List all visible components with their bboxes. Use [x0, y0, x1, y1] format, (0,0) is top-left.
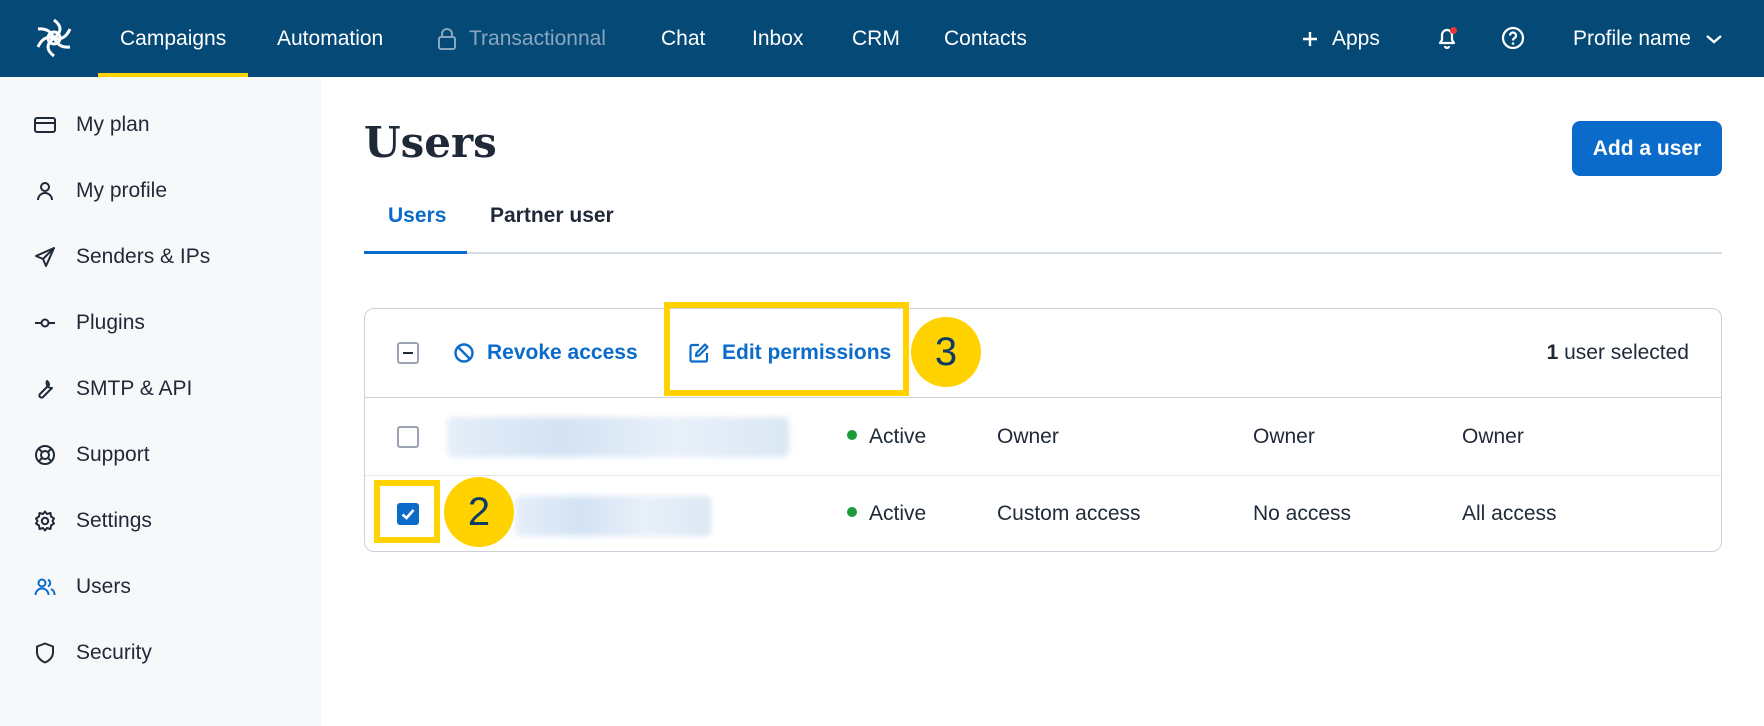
lock-icon: [438, 28, 456, 51]
table-row[interactable]: Active Custom access No access All acces…: [365, 476, 1721, 552]
sidebar-item-label: My plan: [76, 113, 150, 136]
top-navigation: Campaigns Automation Transactionnal Chat…: [0, 0, 1764, 77]
sidebar-item-settings[interactable]: Settings: [32, 501, 152, 541]
bulk-action-toolbar: Revoke access Edit permissions 1 user se…: [365, 309, 1721, 398]
nav-transactional[interactable]: Transactionnal: [437, 0, 606, 77]
nav-chat[interactable]: Chat: [661, 0, 705, 77]
sidebar-item-support[interactable]: Support: [32, 435, 150, 475]
user-email-redacted: [447, 417, 789, 457]
sidebar-item-label: Security: [76, 641, 152, 664]
active-tab-indicator: [364, 251, 467, 254]
status-cell: Active: [847, 476, 926, 552]
profile-menu[interactable]: Profile name: [1573, 0, 1723, 77]
sidebar-item-senders-ips[interactable]: Senders & IPs: [32, 237, 210, 277]
tab-partner-user[interactable]: Partner user: [490, 204, 614, 228]
sidebar-item-label: My profile: [76, 179, 168, 202]
status-dot-icon: [847, 430, 857, 441]
permission-cell: No access: [1253, 502, 1352, 525]
sidebar-item-label: Settings: [76, 509, 152, 532]
sidebar-item-label: Plugins: [76, 311, 145, 334]
credit-card-icon: [32, 112, 58, 138]
selection-count: 1 user selected: [1547, 309, 1689, 397]
users-table: Revoke access Edit permissions 1 user se…: [364, 308, 1722, 552]
sidebar-item-label: Users: [76, 575, 131, 598]
sidebar-item-plugins[interactable]: Plugins: [32, 303, 145, 343]
sidebar-item-my-plan[interactable]: My plan: [32, 105, 150, 145]
paper-plane-icon: [32, 244, 58, 270]
page-title: Users: [364, 118, 497, 167]
nav-automation[interactable]: Automation: [277, 0, 383, 77]
nav-campaigns[interactable]: Campaigns: [98, 0, 249, 77]
sidebar-item-label: Support: [76, 443, 150, 466]
revoke-access-button[interactable]: Revoke access: [453, 309, 638, 397]
nav-chat-label: Chat: [661, 27, 706, 50]
apps-label: Apps: [1332, 26, 1380, 50]
nav-campaigns-label: Campaigns: [120, 27, 227, 50]
sidebar-item-my-profile[interactable]: My profile: [32, 171, 167, 211]
nav-inbox-label: Inbox: [752, 27, 804, 50]
sidebar-item-label: SMTP & API: [76, 377, 193, 400]
users-icon: [32, 574, 58, 600]
selection-count-suffix: user selected: [1558, 341, 1689, 364]
block-icon: [454, 343, 474, 363]
permission-cell: All access: [1462, 502, 1557, 525]
selection-count-number: 1: [1546, 341, 1559, 364]
sidebar-item-smtp-api[interactable]: SMTP & API: [32, 369, 192, 409]
status-cell: Active: [847, 399, 926, 475]
sidebar-item-users[interactable]: Users: [32, 567, 131, 607]
lifebuoy-icon: [32, 442, 58, 468]
profile-name-label: Profile name: [1573, 26, 1691, 50]
table-row[interactable]: Active Owner Owner Owner: [365, 399, 1721, 476]
wrench-icon: [32, 376, 58, 402]
nav-crm-label: CRM: [852, 27, 900, 50]
nav-transactional-label: Transactionnal: [469, 27, 606, 50]
gear-icon: [32, 508, 58, 534]
step-3-badge: 3: [911, 317, 981, 387]
select-all-checkbox[interactable]: [397, 342, 419, 364]
nav-crm[interactable]: CRM: [852, 0, 900, 77]
help-icon[interactable]: [1499, 24, 1527, 52]
user-icon: [32, 178, 58, 204]
shield-icon: [32, 640, 58, 666]
permission-cell: Owner: [1253, 425, 1315, 448]
apps-button[interactable]: Apps: [1300, 0, 1380, 77]
plus-icon: [1303, 31, 1317, 46]
status-dot-icon: [847, 507, 857, 518]
status-label: Active: [869, 425, 927, 448]
checkbox-highlight: [374, 480, 440, 543]
status-label: Active: [869, 502, 927, 525]
bell-icon[interactable]: [1433, 24, 1461, 52]
permission-cell: Owner: [997, 425, 1059, 448]
sidebar-item-security[interactable]: Security: [32, 633, 152, 673]
user-email-redacted: [515, 496, 711, 536]
sidebar-item-label: Senders & IPs: [76, 245, 211, 268]
tab-users[interactable]: Users: [388, 204, 446, 228]
revoke-access-label: Revoke access: [487, 341, 638, 364]
permission-cell: Owner: [1462, 425, 1524, 448]
brevo-logo-icon[interactable]: [32, 16, 76, 60]
plugin-icon: [32, 310, 58, 336]
step-2-badge: 2: [444, 477, 514, 547]
permission-cell: Custom access: [997, 502, 1141, 525]
add-user-button[interactable]: Add a user: [1572, 121, 1722, 176]
nav-contacts[interactable]: Contacts: [944, 0, 1027, 77]
chevron-down-icon: [1706, 34, 1722, 44]
edit-permissions-highlight: [664, 302, 909, 396]
sidebar: My plan My profile Senders & IPs Plugins…: [0, 77, 321, 726]
nav-automation-label: Automation: [277, 27, 384, 50]
tab-bar: Users Partner user: [364, 190, 1722, 254]
row-checkbox[interactable]: [397, 426, 419, 448]
nav-contacts-label: Contacts: [944, 27, 1027, 50]
minus-icon: [403, 352, 413, 354]
nav-inbox[interactable]: Inbox: [752, 0, 803, 77]
